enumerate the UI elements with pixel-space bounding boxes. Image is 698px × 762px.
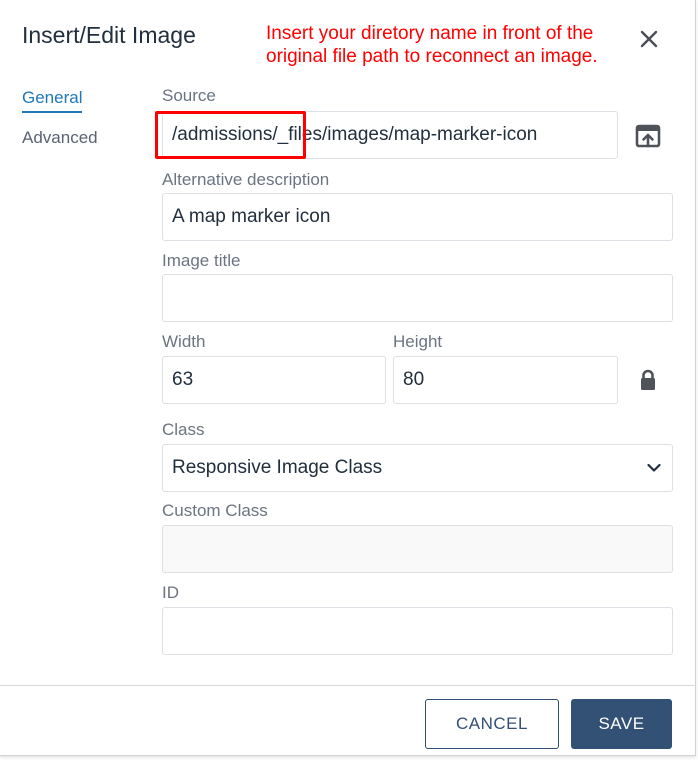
class-label: Class [162,420,205,439]
cancel-button[interactable]: CANCEL [425,699,559,749]
alt-value: A map marker icon [172,206,331,227]
annotation-instruction: Insert your diretory name in front of th… [266,23,598,67]
height-label: Height [393,332,443,351]
alt-label: Alternative description [162,170,330,189]
dialog-title: Insert/Edit Image [22,22,196,48]
close-button[interactable] [632,22,666,56]
upload-icon [635,124,661,148]
insert-edit-image-dialog: Insert/Edit Image Insert your diretory n… [0,0,696,756]
class-select[interactable]: Responsive Image Class [162,444,673,492]
width-value: 63 [172,369,194,390]
source-input[interactable]: /admissions/_files/images/map-marker-ico… [162,111,618,159]
height-input[interactable]: 80 [393,356,618,404]
width-label: Width [162,332,206,351]
custom-class-label: Custom Class [162,501,268,520]
browse-button[interactable] [633,121,663,151]
image-title-label: Image title [162,251,241,270]
id-label: ID [162,583,179,602]
width-input[interactable]: 63 [162,356,386,404]
source-value: /admissions/_files/images/map-marker-ico… [172,124,538,145]
id-input[interactable] [162,607,673,655]
lock-icon [641,369,655,390]
height-value: 80 [403,369,425,390]
footer-divider [0,685,696,686]
constrain-proportions-toggle[interactable] [636,366,660,394]
source-label: Source [162,86,216,105]
class-selected-value: Responsive Image Class [172,457,383,478]
alt-description-input[interactable]: A map marker icon [162,193,673,241]
save-button[interactable]: SAVE [571,699,672,749]
custom-class-input[interactable] [162,525,673,573]
tab-general[interactable]: General [22,88,83,113]
close-icon [640,30,658,48]
image-title-input[interactable] [162,274,673,322]
tab-advanced[interactable]: Advanced [22,128,98,148]
chevron-down-icon [647,463,661,472]
